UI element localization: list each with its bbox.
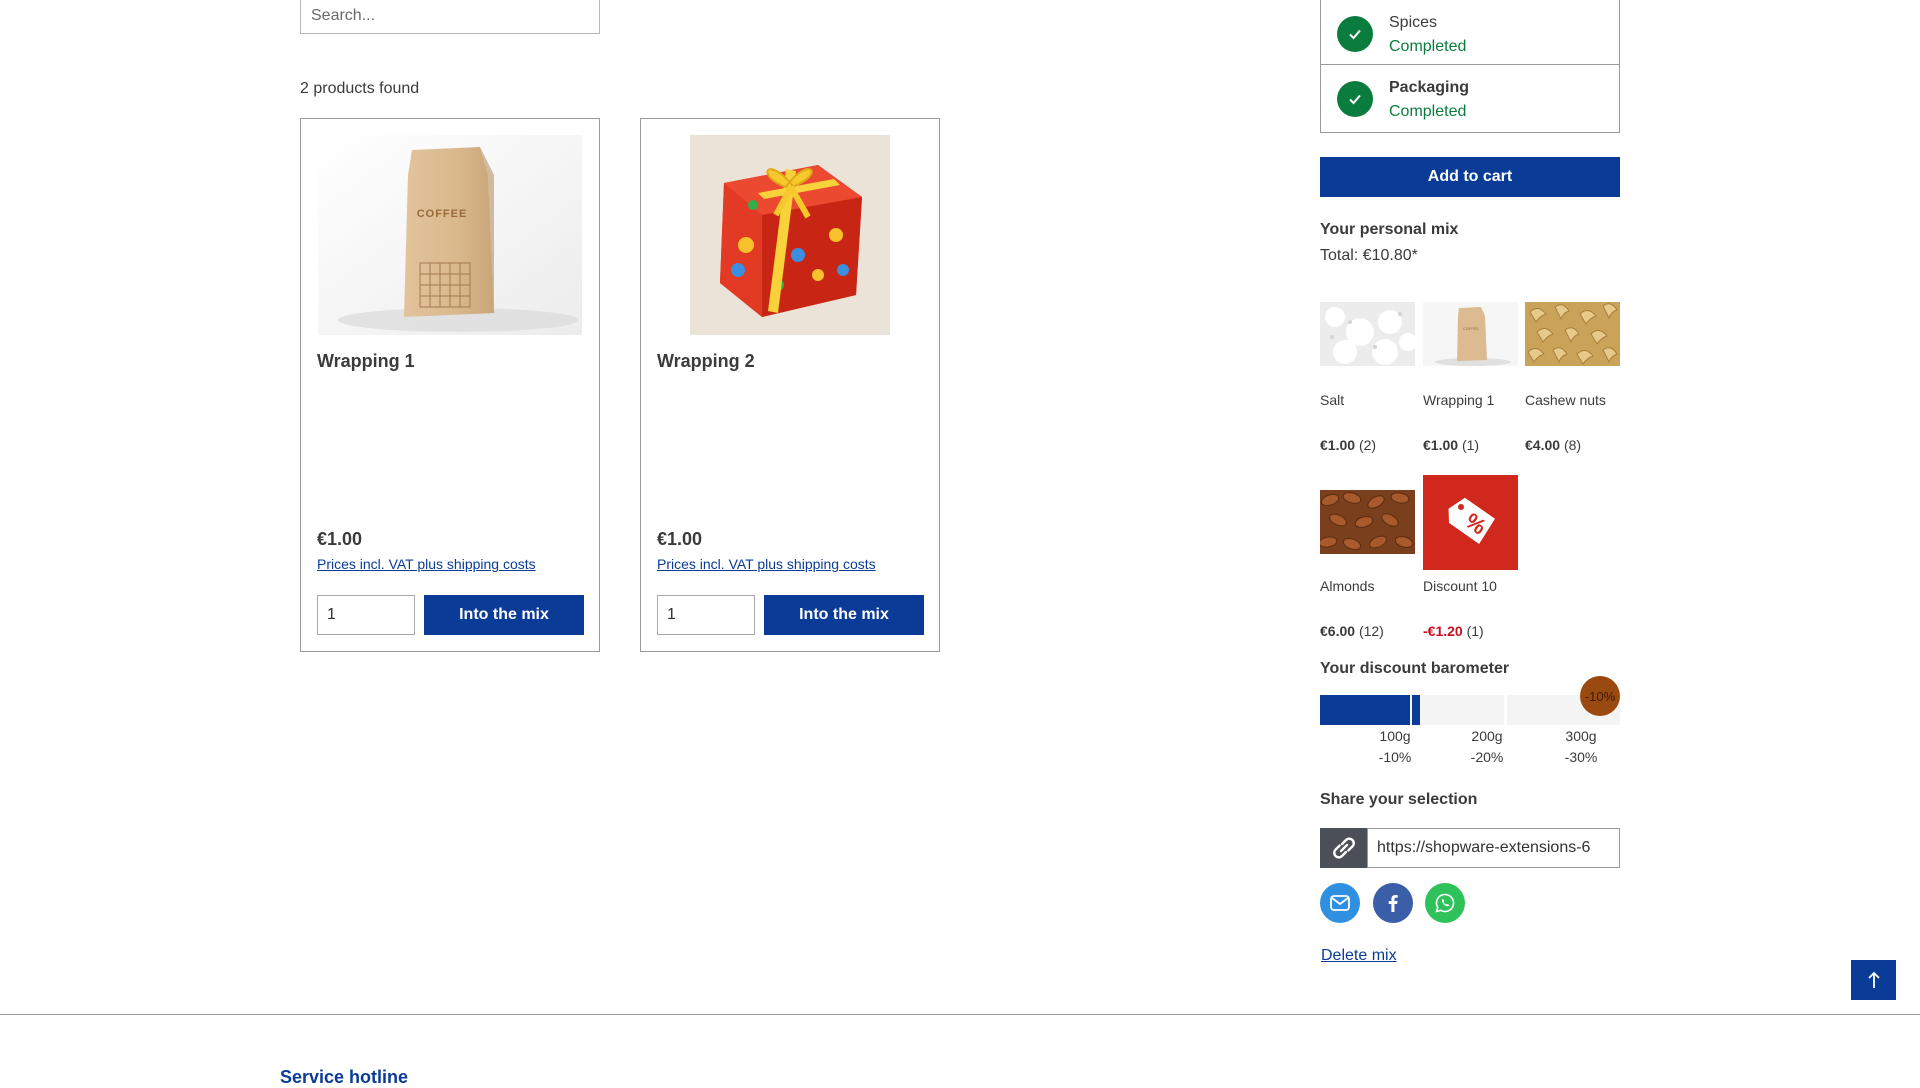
footer-divider (0, 1014, 1920, 1015)
tier-weight: 300g (1565, 728, 1597, 744)
share-title: Share your selection (1320, 791, 1478, 808)
quantity-input[interactable] (318, 596, 414, 634)
facebook-icon[interactable] (1373, 883, 1413, 923)
mix-item-name: Salt (1320, 392, 1345, 408)
discount-tag-icon: % (1423, 475, 1518, 570)
mix-steps-list: Spices Completed Packaging Completed (1320, 0, 1620, 133)
gift-box-image[interactable] (658, 135, 922, 335)
tier-discount: -20% (1470, 749, 1504, 765)
mix-item-qty: (1) (1466, 623, 1484, 639)
mix-item-name: Cashew nuts (1525, 392, 1606, 408)
step-spices[interactable]: Spices Completed (1321, 0, 1619, 65)
whatsapp-icon[interactable] (1425, 883, 1465, 923)
step-packaging[interactable]: Packaging Completed (1321, 65, 1619, 129)
barometer-fill (1320, 695, 1410, 725)
check-icon (1337, 16, 1373, 52)
coffee-bag-image[interactable]: COFFEE (318, 135, 582, 335)
share-url-field[interactable] (1367, 828, 1620, 868)
svg-text:COFFEE: COFFEE (417, 208, 468, 220)
mix-item-name: Almonds (1320, 578, 1375, 594)
mix-item-name: Discount 10 (1423, 578, 1497, 594)
step-title: Spices (1389, 14, 1438, 31)
mix-total: Total: €10.80* (1320, 247, 1418, 264)
link-icon[interactable] (1320, 828, 1368, 868)
barometer-discount-badge: -10% (1580, 676, 1620, 716)
product-price: €1.00 (657, 529, 703, 549)
svg-text:COFFEE: COFFEE (1463, 326, 1480, 331)
mix-item-price: €1.00 (1) (1423, 437, 1480, 453)
footer-service-hotline: Service hotline (280, 1067, 409, 1087)
tier-weight: 100g (1379, 728, 1411, 744)
almond-image (1320, 490, 1415, 554)
arrow-up-icon (1867, 971, 1880, 988)
tier-discount: -30% (1564, 749, 1598, 765)
salt-image (1320, 302, 1415, 366)
mix-item-price: -€1.20 (1) (1423, 623, 1484, 639)
mix-item-qty: (2) (1358, 437, 1377, 453)
search-field[interactable] (300, 0, 600, 34)
product-price: €1.00 (317, 529, 363, 549)
step-title: Packaging (1389, 79, 1470, 96)
product-name[interactable]: Wrapping 2 (657, 351, 755, 372)
quantity-input[interactable] (658, 596, 754, 634)
email-icon[interactable] (1320, 883, 1360, 923)
barometer-tier: 200g -20% (1457, 726, 1517, 768)
mix-item-price: €6.00 (12) (1320, 623, 1384, 639)
mix-title: Your personal mix (1320, 221, 1459, 238)
add-to-cart-button[interactable]: Add to cart (1320, 157, 1620, 197)
tier-weight: 200g (1471, 728, 1503, 744)
mix-item-qty: (8) (1563, 437, 1582, 453)
check-icon (1337, 81, 1373, 117)
mix-item-price: €1.00 (2) (1320, 437, 1377, 453)
into-the-mix-button[interactable]: Into the mix (764, 595, 924, 635)
coffee-bag-image: COFFEE (1423, 302, 1518, 366)
product-card: Wrapping 2 €1.00 Prices incl. VAT plus s… (640, 118, 940, 652)
step-status: Completed (1389, 38, 1467, 55)
mix-item-price: €4.00 (8) (1525, 437, 1582, 453)
scroll-to-top-button[interactable] (1851, 960, 1896, 1000)
search-input[interactable] (301, 0, 599, 33)
result-count: 2 products found (300, 80, 420, 97)
barometer-marker (1412, 695, 1420, 725)
into-the-mix-button[interactable]: Into the mix (424, 595, 584, 635)
quantity-field[interactable] (317, 595, 415, 635)
vat-shipping-link[interactable]: Prices incl. VAT plus shipping costs (317, 556, 536, 572)
product-name[interactable]: Wrapping 1 (317, 351, 415, 372)
cashew-image (1525, 302, 1620, 366)
share-url-input[interactable] (1368, 829, 1619, 867)
mix-item-qty: (1) (1461, 437, 1480, 453)
tier-discount: -10% (1378, 749, 1412, 765)
vat-shipping-link[interactable]: Prices incl. VAT plus shipping costs (657, 556, 876, 572)
barometer-tier: 100g -10% (1365, 726, 1425, 768)
mix-item-qty: (12) (1358, 623, 1384, 639)
barometer-divider (1504, 695, 1507, 725)
delete-mix-link[interactable]: Delete mix (1321, 947, 1397, 965)
step-status: Completed (1389, 103, 1467, 120)
mix-item-name: Wrapping 1 (1423, 392, 1495, 408)
barometer-tier: 300g -30% (1551, 726, 1611, 768)
barometer-title: Your discount barometer (1320, 660, 1510, 677)
barometer-track (1320, 695, 1620, 725)
quantity-field[interactable] (657, 595, 755, 635)
product-card: COFFEE Wrapping 1 €1.00 Prices incl. VAT… (300, 118, 600, 652)
